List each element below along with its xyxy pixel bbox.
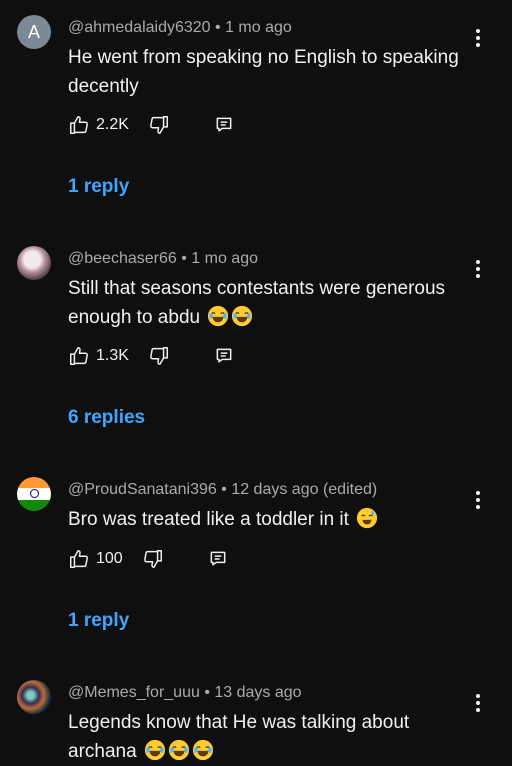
- sweat-smile-emoji-icon: [356, 507, 378, 529]
- comment-meta: @ProudSanatani396 • 12 days ago (edited): [68, 481, 377, 499]
- thumb-down-icon[interactable]: [148, 114, 170, 136]
- comment-actions: 2.2K: [68, 113, 234, 137]
- comment-meta: @Memes_for_uuu • 13 days ago: [68, 684, 302, 702]
- laughing-emoji-icon: [207, 305, 229, 327]
- ashoka-chakra-icon: [29, 489, 39, 499]
- comment-text: He went from speaking no English to spea…: [68, 43, 478, 101]
- replies-toggle[interactable]: 1 reply: [68, 176, 129, 198]
- avatar[interactable]: [17, 477, 51, 511]
- comment-meta: @ahmedalaidy6320 • 1 mo ago: [68, 19, 292, 37]
- comment-time: 12 days ago (edited): [231, 481, 378, 498]
- reply-icon[interactable]: [214, 346, 234, 366]
- thumb-down-icon[interactable]: [148, 345, 170, 367]
- avatar[interactable]: [17, 246, 51, 280]
- comment-text-body: Still that seasons contestants were gene…: [68, 278, 446, 328]
- meta-separator: •: [204, 684, 210, 701]
- laughing-emoji-icon: [192, 739, 214, 761]
- flag-band-white: [17, 488, 51, 500]
- avatar-letter: A: [27, 21, 40, 42]
- reply-icon[interactable]: [208, 549, 228, 569]
- more-vertical-icon[interactable]: [469, 489, 487, 511]
- more-vertical-icon[interactable]: [469, 258, 487, 280]
- comment-text: Still that seasons contestants were gene…: [68, 274, 478, 332]
- comment-text: Legends know that He was talking about a…: [68, 708, 478, 766]
- laughing-emoji-icon: [231, 305, 253, 327]
- like-count: 1.3K: [96, 347, 129, 364]
- comment-text-body: He went from speaking no English to spea…: [68, 47, 459, 97]
- comment-text-body: Legends know that He was talking about a…: [68, 712, 410, 762]
- comment-time: 13 days ago: [214, 684, 302, 701]
- avatar[interactable]: [17, 680, 51, 714]
- meta-separator: •: [181, 250, 187, 267]
- replies-toggle[interactable]: 1 reply: [68, 610, 129, 632]
- comment-actions: 1.3K: [68, 344, 234, 368]
- laughing-emoji-icon: [168, 739, 190, 761]
- comment-author[interactable]: @beechaser66: [68, 250, 177, 267]
- like-count: 100: [96, 550, 123, 567]
- flag-band-green: [17, 499, 51, 511]
- comment-meta: @beechaser66 • 1 mo ago: [68, 250, 258, 268]
- replies-toggle[interactable]: 6 replies: [68, 407, 145, 429]
- more-vertical-icon[interactable]: [469, 27, 487, 49]
- like-count: 2.2K: [96, 116, 129, 133]
- thumb-up-icon[interactable]: [68, 548, 90, 570]
- comment-author[interactable]: @Memes_for_uuu: [68, 684, 200, 701]
- thumb-up-icon[interactable]: [68, 114, 90, 136]
- flag-band-saffron: [17, 477, 51, 489]
- comment-actions: 100: [68, 547, 228, 571]
- meta-separator: •: [215, 19, 221, 36]
- more-vertical-icon[interactable]: [469, 692, 487, 714]
- laughing-emoji-icon: [144, 739, 166, 761]
- thumb-up-icon[interactable]: [68, 345, 90, 367]
- comment-text: Bro was treated like a toddler in it: [68, 505, 478, 534]
- reply-icon[interactable]: [214, 115, 234, 135]
- thumb-down-icon[interactable]: [142, 548, 164, 570]
- meta-separator: •: [221, 481, 227, 498]
- comment-author[interactable]: @ProudSanatani396: [68, 481, 217, 498]
- comment-time: 1 mo ago: [225, 19, 292, 36]
- comment-author[interactable]: @ahmedalaidy6320: [68, 19, 211, 36]
- comment-time: 1 mo ago: [191, 250, 258, 267]
- comment-text-body: Bro was treated like a toddler in it: [68, 509, 349, 530]
- avatar[interactable]: A: [17, 15, 51, 49]
